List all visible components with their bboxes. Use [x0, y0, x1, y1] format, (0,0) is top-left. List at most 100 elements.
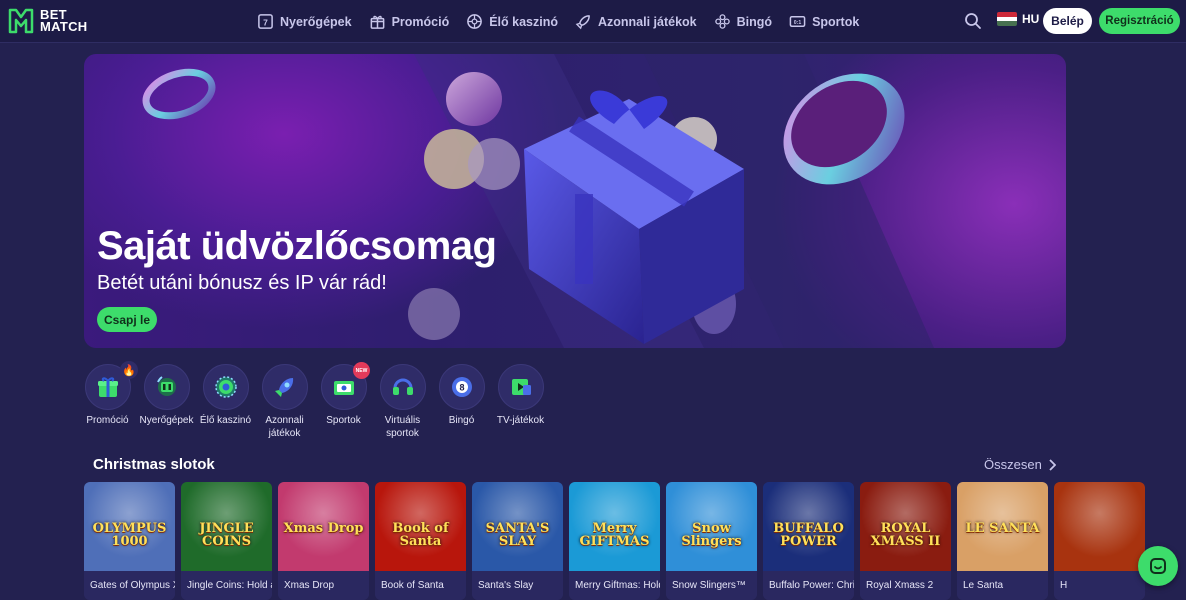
language-code: HU [1022, 12, 1040, 26]
game-title: Snow Slingers™ [666, 571, 757, 600]
see-all-link[interactable]: Összesen [984, 457, 1056, 472]
nav-item-sports[interactable]: 0:1 Sportok [789, 13, 859, 30]
game-thumbnail-title: Merry GIFTMAS [579, 521, 650, 549]
slot-machine-icon [156, 376, 176, 396]
hero-cta-button[interactable]: Csapj le [97, 307, 157, 332]
scoreboard-icon: 0:1 [789, 16, 806, 27]
game-thumbnail-title: Xmas Drop [283, 521, 364, 536]
game-card[interactable]: SANTA'S SLAY Santa's Slay [472, 482, 563, 600]
game-thumbnail [1054, 482, 1145, 571]
brand-line2: MATCH [40, 19, 88, 34]
nav-label: Sportok [812, 14, 860, 29]
game-title: Xmas Drop [278, 571, 369, 600]
nav-label: Azonnali játékok [598, 14, 697, 29]
main-nav: 7 Nyerőgépek Promóció Élő kaszinó Azonna… [257, 0, 859, 43]
game-thumbnail: ROYAL XMASS II [860, 482, 951, 571]
game-card[interactable]: BUFFALO POWER Buffalo Power: Christmas [763, 482, 854, 600]
nav-label: Promóció [391, 14, 450, 29]
category-slots[interactable]: Nyerőgépek [140, 364, 193, 440]
game-card[interactable]: Merry GIFTMAS Merry Giftmas: Hold and Win [569, 482, 660, 600]
hero-title: Saját üdvözlőcsomag [97, 224, 497, 268]
game-thumbnail-title: BUFFALO POWER [773, 521, 844, 549]
betmatch-logo-icon [8, 8, 34, 34]
language-selector[interactable]: HU [997, 12, 1039, 26]
hero-subtitle: Betét utáni bónusz és IP vár rád! [97, 272, 387, 294]
nav-item-bingo[interactable]: Bingó [714, 13, 772, 30]
chat-icon [1150, 558, 1166, 574]
login-button[interactable]: Belép [1043, 8, 1092, 34]
chat-button[interactable] [1138, 546, 1178, 586]
game-title: H [1054, 571, 1145, 600]
game-thumbnail: Book of Santa [375, 482, 466, 571]
roulette-icon [467, 14, 483, 29]
game-card[interactable]: LE SANTA Le Santa [957, 482, 1048, 600]
nav-label: Bingó [736, 14, 773, 29]
game-thumbnail: BUFFALO POWER [763, 482, 854, 571]
game-card[interactable]: Snow Slingers Snow Slingers™ [666, 482, 757, 600]
game-thumbnail: Merry GIFTMAS [569, 482, 660, 571]
category-virtual-sports[interactable]: Virtuális sportok [379, 364, 426, 440]
game-card[interactable]: Book of Santa Book of Santa [375, 482, 466, 600]
game-card[interactable]: ROYAL XMASS II Royal Xmass 2 [860, 482, 951, 600]
rocket-icon [575, 15, 590, 30]
nav-item-slots[interactable]: 7 Nyerőgépek [257, 13, 352, 30]
category-label: Sportok [326, 415, 361, 426]
game-thumbnail: SANTA'S SLAY [472, 482, 563, 571]
hero-artwork [142, 54, 934, 348]
nav-item-instant-games[interactable]: Azonnali játékok [575, 13, 697, 30]
category-label: Azonnali játékok [265, 415, 304, 439]
bingo-ball-icon: 8 [451, 377, 472, 397]
svg-text:8: 8 [459, 383, 464, 393]
nav-item-live-casino[interactable]: Élő kaszinó [466, 13, 558, 30]
game-thumbnail-title: Snow Slingers [681, 521, 742, 549]
category-label: Virtuális sportok [384, 415, 421, 439]
search-icon[interactable] [963, 11, 983, 31]
top-header: BET MATCH 7 Nyerőgépek Promóció Élő kasz… [0, 0, 1186, 43]
category-sports[interactable]: NEW Sportok [320, 362, 370, 440]
game-title: Royal Xmass 2 [860, 571, 951, 600]
hero-banner[interactable]: Saját üdvözlőcsomag Betét utáni bónusz é… [84, 54, 1066, 348]
category-label: Promóció [86, 415, 129, 426]
game-card[interactable]: H [1054, 482, 1145, 600]
category-bingo[interactable]: 8 Bingó [438, 364, 485, 440]
game-thumbnail: LE SANTA [957, 482, 1048, 571]
see-all-label: Összesen [984, 457, 1042, 472]
tv-game-icon [511, 379, 531, 395]
nav-label: Nyerőgépek [280, 14, 352, 29]
section-title: Christmas slotok [93, 456, 215, 473]
game-thumbnail-title: SANTA'S SLAY [485, 521, 550, 549]
svg-text:7: 7 [263, 17, 268, 27]
category-instant-games[interactable]: Azonnali játékok [261, 364, 308, 440]
nav-label: Élő kaszinó [489, 14, 558, 29]
brand-logo[interactable]: BET MATCH [8, 7, 87, 35]
category-label: Élő kaszinó [199, 415, 252, 426]
gift-icon [97, 377, 118, 397]
slot-icon: 7 [258, 14, 273, 29]
svg-text:0:1: 0:1 [794, 20, 802, 26]
game-thumbnail: Xmas Drop [278, 482, 369, 571]
hungary-flag-icon [997, 12, 1017, 26]
category-bar: 🔥 Promóció Nyerőgépek Élő kaszinó Azonna… [84, 361, 544, 440]
rocket-icon [274, 378, 293, 397]
game-carousel: OLYMPUS 1000Gates of Olympus Xmas 1000JI… [84, 482, 1186, 600]
game-title: Merry Giftmas: Hold and Win [569, 571, 660, 600]
game-thumbnail-title: JINGLE COINS [199, 521, 254, 549]
game-card[interactable]: JINGLE COINS Jingle Coins: Hold and Win [181, 482, 272, 600]
game-card[interactable]: Xmas Drop Xmas Drop [278, 482, 369, 600]
game-title: Le Santa [957, 571, 1048, 600]
game-title: Buffalo Power: Christmas [763, 571, 854, 600]
game-thumbnail: Snow Slingers [666, 482, 757, 571]
fire-icon: 🔥 [120, 361, 138, 379]
category-live-casino[interactable]: Élő kaszinó [200, 364, 251, 440]
game-card[interactable]: OLYMPUS 1000 Gates of Olympus Xmas 1000 [84, 482, 175, 600]
nav-item-promo[interactable]: Promóció [369, 13, 450, 30]
category-label: Bingó [448, 415, 475, 426]
game-title: Santa's Slay [472, 571, 563, 600]
register-button[interactable]: Regisztráció [1099, 8, 1180, 34]
chevron-right-icon [1049, 458, 1056, 471]
game-thumbnail-title: ROYAL XMASS II [870, 521, 941, 549]
category-promo[interactable]: 🔥 Promóció [84, 361, 138, 440]
game-title: Book of Santa [375, 571, 466, 600]
category-tv-games[interactable]: TV-játékok [497, 364, 544, 440]
game-title: Gates of Olympus Xmas 1000 [84, 571, 175, 600]
